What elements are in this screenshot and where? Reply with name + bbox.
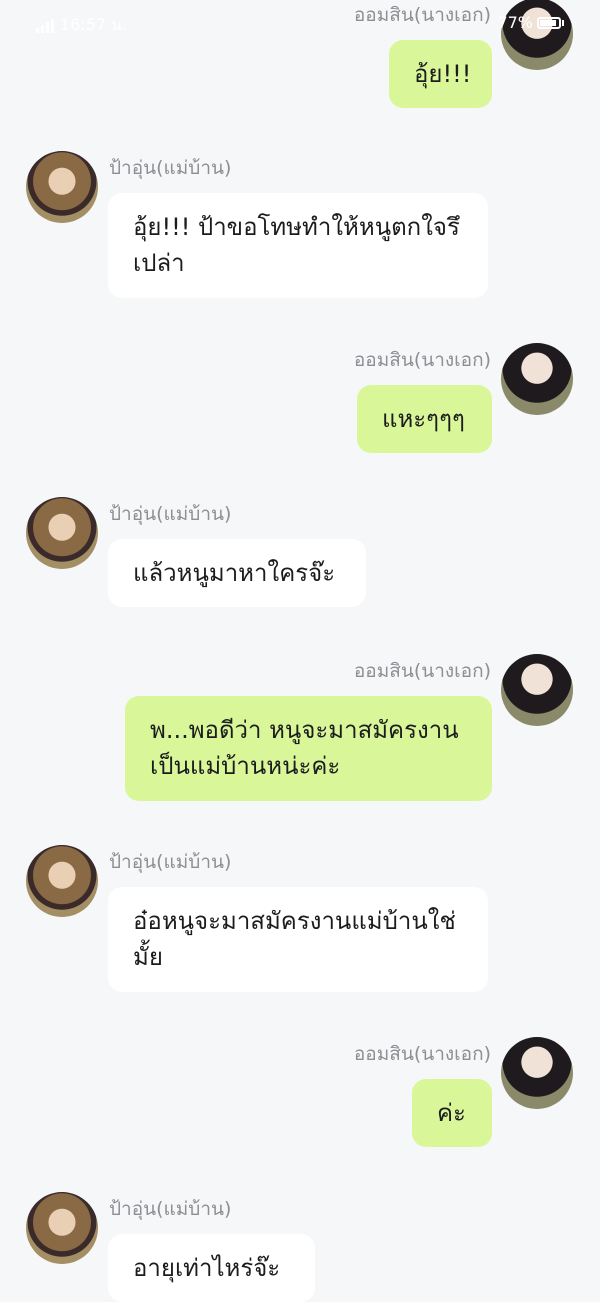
sender-name: ออมสิน(นางเอก) — [353, 660, 491, 682]
avatar[interactable] — [26, 1192, 98, 1264]
avatar[interactable] — [501, 654, 573, 726]
message-bubble[interactable]: แหะๆๆๆ — [357, 385, 492, 453]
avatar[interactable] — [26, 497, 98, 569]
chat-message-left: ป้าอุ่น(แม่บ้าน) อ๋อหนูจะมาสมัครงานแม่บ้… — [0, 845, 600, 1005]
chat-message-left: ป้าอุ่น(แม่บ้าน) อุ้ย!!! ป้าขอโทษทำให้หน… — [0, 151, 600, 311]
status-right: 77% — [497, 13, 564, 32]
chat-message-right: ออมสิน(นางเอก) แหะๆๆๆ — [0, 343, 600, 463]
sender-name: ป้าอุ่น(แม่บ้าน) — [109, 1198, 232, 1220]
message-bubble[interactable]: อุ้ย!!! ป้าขอโทษทำให้หนูตกใจรึเปล่า — [108, 193, 488, 298]
sender-name: ออมสิน(นางเอก) — [353, 1043, 491, 1065]
chat-message-right: ออมสิน(นางเอก) ค่ะ — [0, 1037, 600, 1157]
message-bubble[interactable]: ค่ะ — [412, 1079, 492, 1147]
battery-icon — [537, 16, 561, 29]
status-left: 16:57 น. — [36, 13, 127, 38]
status-bar: 16:57 น. 77% — [0, 0, 600, 48]
message-bubble[interactable]: อุ้ย!!! — [389, 40, 492, 108]
message-bubble[interactable]: อ๋อหนูจะมาสมัครงานแม่บ้านใช่มั้ย — [108, 887, 488, 992]
chat-message-right: ออมสิน(นางเอก) พ...พอดีว่า หนูจะมาสมัครง… — [0, 654, 600, 814]
sender-name: ป้าอุ่น(แม่บ้าน) — [109, 157, 232, 179]
chat-message-left: ป้าอุ่น(แม่บ้าน) อายุเท่าไหร่จ๊ะ — [0, 1192, 600, 1302]
status-time: 16:57 น. — [60, 15, 128, 34]
battery-tip — [562, 19, 564, 26]
avatar[interactable] — [26, 845, 98, 917]
chat-message-left: ป้าอุ่น(แม่บ้าน) แล้วหนูมาหาใครจ๊ะ — [0, 497, 600, 617]
avatar[interactable] — [501, 343, 573, 415]
message-bubble[interactable]: อายุเท่าไหร่จ๊ะ — [108, 1234, 315, 1302]
message-bubble[interactable]: แล้วหนูมาหาใครจ๊ะ — [108, 539, 366, 607]
signal-icon — [36, 18, 54, 33]
sender-name: ออมสิน(นางเอก) — [353, 349, 491, 371]
avatar[interactable] — [501, 1037, 573, 1109]
battery-percent: 77% — [497, 13, 533, 32]
sender-name: ป้าอุ่น(แม่บ้าน) — [109, 851, 232, 873]
sender-name: ป้าอุ่น(แม่บ้าน) — [109, 503, 232, 525]
message-bubble[interactable]: พ...พอดีว่า หนูจะมาสมัครงานเป็นแม่บ้านหน… — [125, 696, 492, 801]
avatar[interactable] — [26, 151, 98, 223]
